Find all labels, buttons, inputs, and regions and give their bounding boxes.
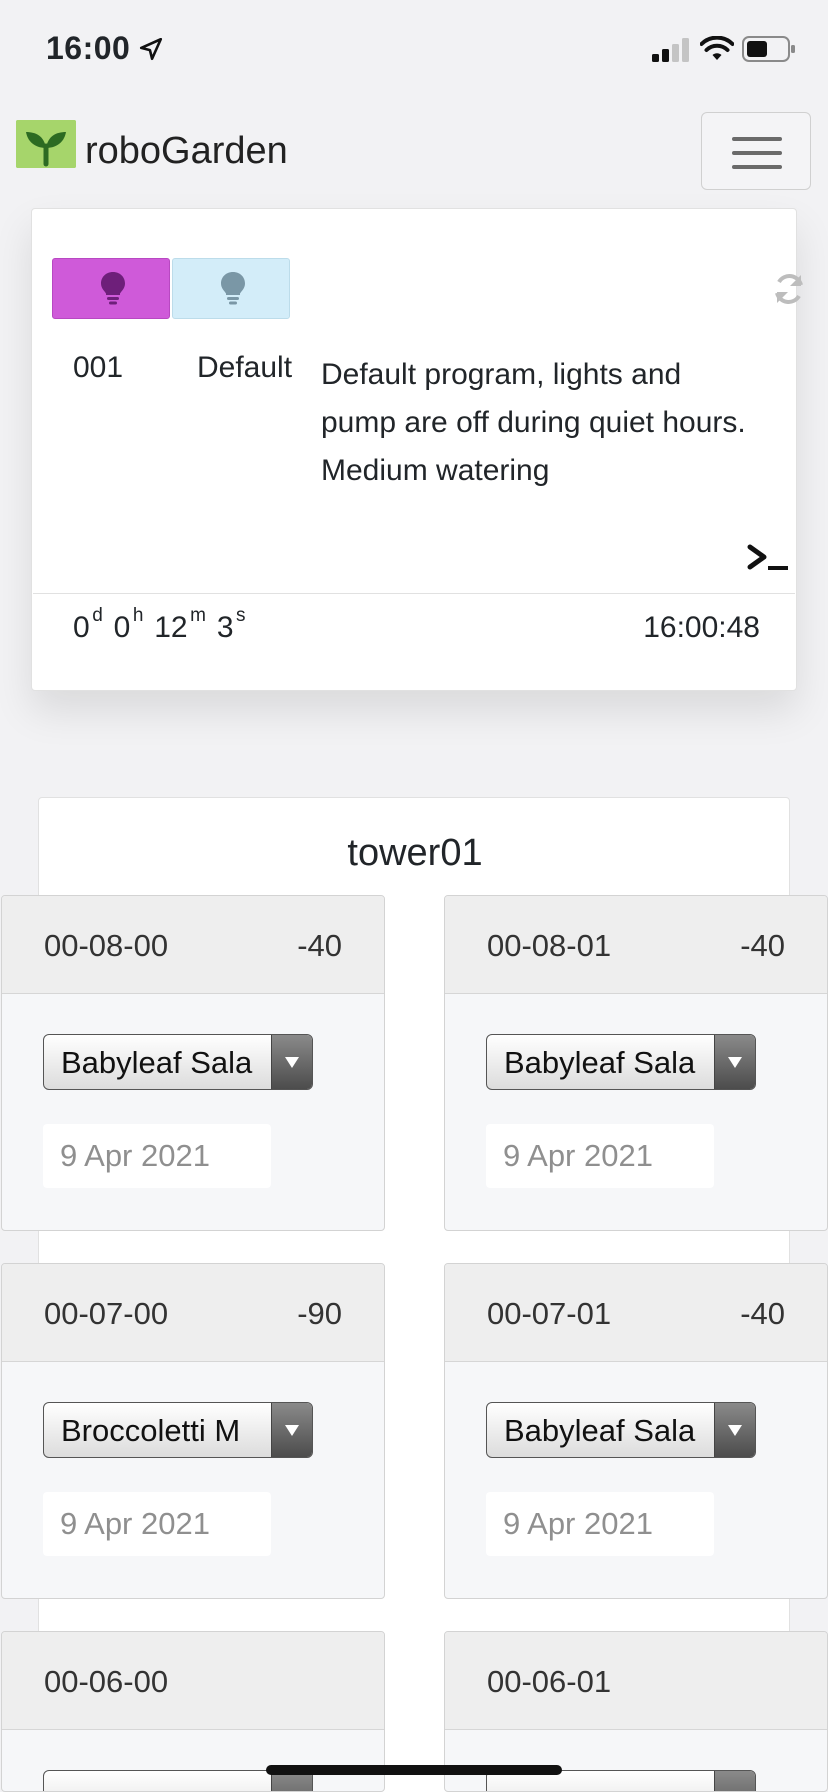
wifi-icon [700,36,734,60]
uptime: 0 d 0 h 12 m 3 s [73,605,246,644]
slot-id: 00-06-01 [487,1664,612,1699]
plant-date-value: 9 Apr 2021 [60,1506,210,1541]
slot-header: 00-08-01 -40 [445,896,827,994]
slot-signal: -40 [740,928,785,963]
chevron-down-icon [714,1771,755,1791]
slot-header: 00-08-00 -40 [2,896,384,994]
light-on-button[interactable] [52,258,170,319]
slot-card: 00-08-01 -40 Babyleaf Sala 9 Apr 2021 [444,895,828,1231]
plant-select[interactable]: Babyleaf Sala [486,1034,756,1090]
plant-date-input[interactable]: 9 Apr 2021 [486,1492,714,1556]
card-divider [33,593,795,594]
plant-select-value: Babyleaf Sala [504,1045,696,1080]
tower-title: tower01 [347,832,483,874]
light-off-button[interactable] [172,258,290,319]
program-id: 001 [73,351,124,384]
plant-select[interactable]: Babyleaf Sala [43,1034,313,1090]
program-description: Default program, lights and pump are off… [321,358,746,487]
battery-icon [742,36,795,62]
slot-header: 00-06-00 [2,1632,384,1730]
brand-name[interactable]: roboGarden [85,130,288,173]
location-arrow-icon [139,37,163,61]
slot-signal: -40 [297,928,342,963]
slot-id: 00-08-01 [487,928,612,963]
slot-card: 00-07-00 -90 Broccoletti M 9 Apr 2021 [1,1263,385,1599]
status-time: 16:00 [46,30,131,66]
slot-header: 00-07-01 -40 [445,1264,827,1362]
slot-signal: -40 [740,1296,785,1331]
sprout-icon[interactable] [16,120,76,168]
plant-select-value: Babyleaf Sala [504,1413,696,1448]
slot-card: 00-07-01 -40 Babyleaf Sala 9 Apr 2021 [444,1263,828,1599]
lightbulb-icon [101,272,125,305]
plant-date-value: 9 Apr 2021 [60,1138,210,1173]
plant-select-value: Babyleaf Sala [61,1045,253,1080]
chevron-down-icon [271,1035,312,1089]
slot-id: 00-07-00 [44,1296,169,1331]
navbar: roboGarden [0,104,828,200]
home-indicator[interactable] [266,1765,562,1775]
slot-card: 00-08-00 -40 Babyleaf Sala 9 Apr 2021 [1,895,385,1231]
plant-date-value: 9 Apr 2021 [503,1138,653,1173]
plant-select[interactable]: Babyleaf Sala [486,1402,756,1458]
slot-signal: -90 [297,1296,342,1331]
program-name: Default [197,351,293,384]
slot-id: 00-07-01 [487,1296,612,1331]
chevron-down-icon [714,1403,755,1457]
chevron-down-icon [714,1035,755,1089]
lightbulb-icon [221,272,245,305]
slot-header: 00-07-00 -90 [2,1264,384,1362]
menu-toggle-button[interactable] [701,112,811,190]
plant-select-value: Broccoletti M [61,1413,241,1448]
plant-date-input[interactable]: 9 Apr 2021 [43,1124,271,1188]
plant-date-value: 9 Apr 2021 [503,1506,653,1541]
plant-select[interactable]: Broccoletti M [43,1402,313,1458]
program-card: 001 Default Default program, lights and … [31,208,803,691]
current-time: 16:00:48 [643,611,760,644]
status-bar: 16:00 [0,0,828,100]
cellular-signal-icon [652,38,689,62]
slot-header: 00-06-01 [445,1632,827,1730]
plant-date-input[interactable]: 9 Apr 2021 [43,1492,271,1556]
slot-id: 00-08-00 [44,928,169,963]
terminal-icon[interactable] [746,539,790,579]
chevron-down-icon [271,1403,312,1457]
slot-id: 00-06-00 [44,1664,169,1699]
plant-date-input[interactable]: 9 Apr 2021 [486,1124,714,1188]
refresh-icon[interactable] [771,271,807,307]
